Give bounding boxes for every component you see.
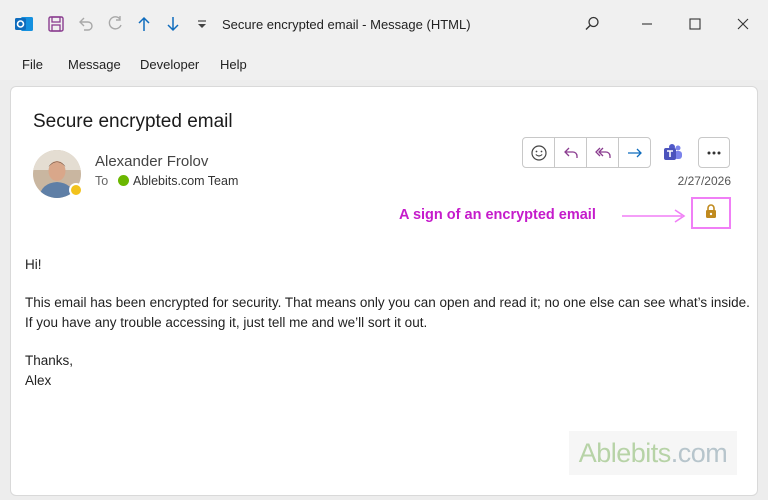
arrow-down-icon[interactable] [163,14,183,34]
teams-icon[interactable] [657,137,689,168]
maximize-icon[interactable] [681,10,709,38]
reply-icon[interactable] [555,138,587,167]
watermark-brand: Ablebits [578,437,672,468]
arrow-up-icon[interactable] [134,14,154,34]
message-date: 2/27/2026 [677,174,731,188]
redo-icon[interactable] [105,14,125,34]
outlook-icon [14,14,34,34]
body-line: This email has been encrypted for securi… [25,295,750,310]
presence-available-icon [118,175,129,186]
body-greeting: Hi! [25,257,42,272]
undo-icon[interactable] [76,14,96,34]
save-icon[interactable] [46,14,66,34]
annotation-arrow-icon [620,206,688,231]
message-subject: Secure encrypted email [33,111,233,132]
menu-developer[interactable]: Developer [140,57,199,72]
body-line: If you have any trouble accessing it, ju… [25,315,428,330]
recipient-name[interactable]: Ablebits.com Team [133,174,238,188]
presence-badge [69,183,83,197]
to-label: To [95,174,109,188]
reply-all-icon[interactable] [587,138,619,167]
lock-icon [704,203,718,224]
annotation-label: A sign of an encrypted email [399,207,596,223]
ablebits-watermark: Ablebits .com [569,431,737,475]
close-icon[interactable] [729,10,757,38]
menu-message[interactable]: Message [68,57,121,72]
menu-file[interactable]: File [22,57,43,72]
message-body: Hi! This email has been encrypted for se… [25,255,750,391]
menu-help[interactable]: Help [220,57,247,72]
minimize-icon[interactable] [633,10,661,38]
sender-name[interactable]: Alexander Frolov [95,153,208,170]
message-pane: Secure encrypted email Alexander Frolov … [10,86,758,496]
body-closing: Thanks, [25,353,74,368]
more-options-icon[interactable] [698,137,730,168]
search-icon[interactable] [578,10,606,38]
menu-bar: File Message Developer Help [0,48,768,80]
title-bar: Secure encrypted email - Message (HTML) [0,0,768,48]
emoji-icon[interactable] [523,138,555,167]
customize-icon[interactable] [192,14,212,34]
forward-icon[interactable] [619,138,650,167]
window-title: Secure encrypted email - Message (HTML) [222,17,471,32]
watermark-domain: .com [670,437,728,468]
encryption-indicator[interactable] [691,197,731,229]
message-actions [522,137,651,168]
body-signature: Alex [25,373,52,388]
